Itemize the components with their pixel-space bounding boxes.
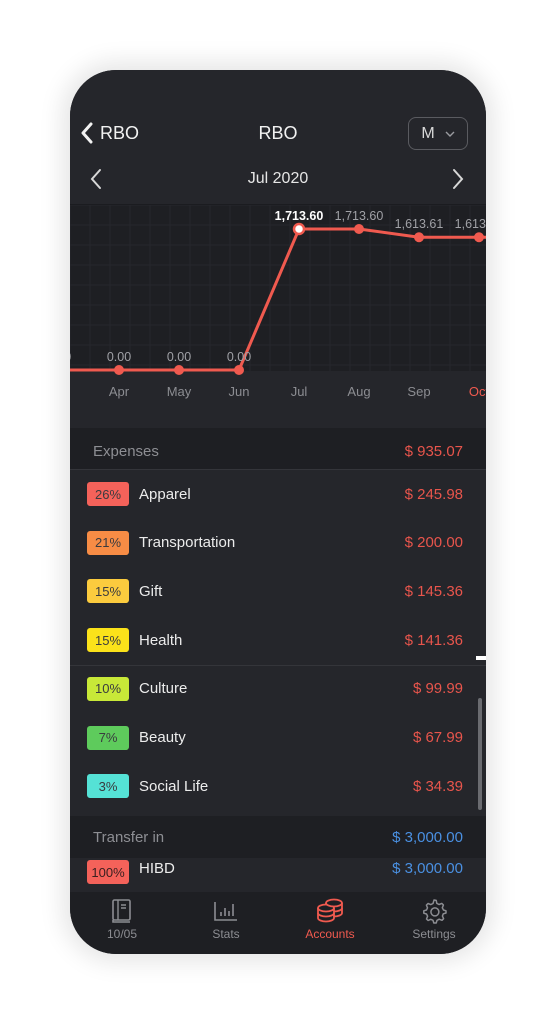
data-point[interactable] [114,365,124,375]
period-select[interactable]: M [408,117,468,150]
month-navigator: Jul 2020 [70,168,486,192]
data-point[interactable] [292,222,306,236]
balance-line-chart[interactable]: 0.00 0.00 0.00 0.00 1,713.60 1,713.60 1,613.61… [70,205,486,421]
category-amount: $ 99.99 [412,680,463,698]
percent-badge: 15% [87,628,129,653]
category-row[interactable]: 3% Social Life $ 34.39 [70,762,486,811]
period-select-value: M [421,124,435,142]
category-name: Social Life [139,777,209,795]
category-amount: $ 67.99 [412,729,463,746]
category-name: Gift [139,582,163,600]
x-tick-label[interactable]: Oct [469,384,486,399]
scrollbar-thumb[interactable] [478,698,482,810]
category-amount: $ 3,000.00 [392,860,463,877]
data-point[interactable] [474,232,484,243]
percent-badge: 7% [87,725,129,750]
chevron-right-icon [453,169,464,189]
category-row[interactable]: 26% Apparel $ 245.98 [70,470,486,518]
data-label: 0.00 [167,350,191,364]
x-tick-label[interactable]: Aug [347,384,370,399]
category-name: Health [139,631,183,649]
percent-badge: 10% [87,676,129,701]
category-row[interactable]: 10% Culture $ 99.99 [70,664,486,713]
data-points [114,222,484,375]
data-label: 1,613.61 [395,217,444,231]
x-tick-label[interactable]: Apr [109,384,130,399]
tab-bar: 10/05 Stats Accounts Settings [70,892,486,954]
book-icon [112,899,131,923]
data-label: 0.00 [107,350,131,364]
tab-label: Settings [412,927,456,941]
category-amount: $ 34.39 [412,777,463,795]
tab-daily[interactable]: 10/05 [70,892,174,954]
coins-icon [317,898,343,923]
divider [70,665,486,666]
x-tick-label[interactable]: May [167,384,192,399]
x-tick-labels: Mar Apr May Jun Jul Aug Sep Oct [70,384,486,399]
category-name: Apparel [139,485,191,503]
data-labels: 0.00 0.00 0.00 0.00 1,713.60 1,713.60 1,613.61… [70,209,486,364]
category-amount: $ 245.98 [404,485,463,503]
category-name: Beauty [139,729,186,746]
category-amount: $ 200.00 [404,534,463,552]
data-label: 0.00 [70,350,71,364]
expenses-label: Expenses [93,442,159,460]
category-row[interactable]: 7% Beauty $ 67.99 [70,713,486,762]
data-point[interactable] [354,224,364,234]
data-point[interactable] [174,365,184,375]
data-point[interactable] [414,232,424,243]
x-tick-label[interactable]: Mar [70,384,71,399]
x-tick-label[interactable]: Jun [229,384,250,399]
phone-screen: RBO RBO M Jul 2020 0.00 0.00 0.00 1,713.… [70,70,486,954]
navigation-bar: RBO RBO M Jul 2020 [70,70,486,200]
category-row[interactable]: 21% Transportation $ 200.00 [70,518,486,567]
tab-label: Stats [212,927,240,941]
percent-badge: 3% [87,774,129,799]
scroll-marker [476,656,486,660]
data-label: 0.00 [227,350,251,364]
category-row[interactable]: 15% Gift $ 145.36 [70,567,486,616]
current-month-label: Jul 2020 [247,170,309,187]
category-name: Culture [139,680,188,698]
tab-label: 10/05 [106,927,138,941]
tab-accounts[interactable]: Accounts [278,892,382,954]
data-label: 1,713.60 [275,209,324,223]
x-tick-label[interactable]: Sep [407,384,430,399]
tab-stats[interactable]: Stats [174,892,278,954]
percent-badge: 15% [87,579,129,604]
category-row[interactable]: 100% HIBD $ 3,000.00 [70,858,486,892]
bar-chart-icon [214,902,237,921]
category-name: HIBD [139,860,175,877]
x-tick-label[interactable]: Jul [291,384,308,399]
data-label: 1,713.60 [335,209,384,223]
percent-badge: 21% [87,530,129,555]
tab-label: Accounts [305,927,355,941]
transfer-in-header[interactable]: Transfer in $ 3,000.00 [70,816,486,858]
percent-badge: 100% [87,860,129,884]
chevron-down-icon [445,131,455,137]
transfer-in-label: Transfer in [93,828,165,846]
data-label: 1,613.61 [455,217,486,231]
category-name: Transportation [139,534,236,552]
series-line [70,227,486,372]
chart-canvas: 0.00 0.00 0.00 0.00 1,713.60 1,713.60 1,613.61… [70,205,486,399]
next-month-button[interactable] [452,168,464,195]
transfer-in-total: $ 3,000.00 [392,828,463,846]
tab-settings[interactable]: Settings [382,892,486,954]
category-amount: $ 141.36 [404,631,463,649]
gear-icon [423,899,447,924]
expenses-total: $ 935.07 [404,442,463,460]
category-row[interactable]: 15% Health $ 141.36 [70,616,486,665]
category-amount: $ 145.36 [404,582,463,600]
percent-badge: 26% [87,482,129,506]
expenses-header[interactable]: Expenses $ 935.07 [70,428,486,474]
data-point[interactable] [234,365,244,375]
